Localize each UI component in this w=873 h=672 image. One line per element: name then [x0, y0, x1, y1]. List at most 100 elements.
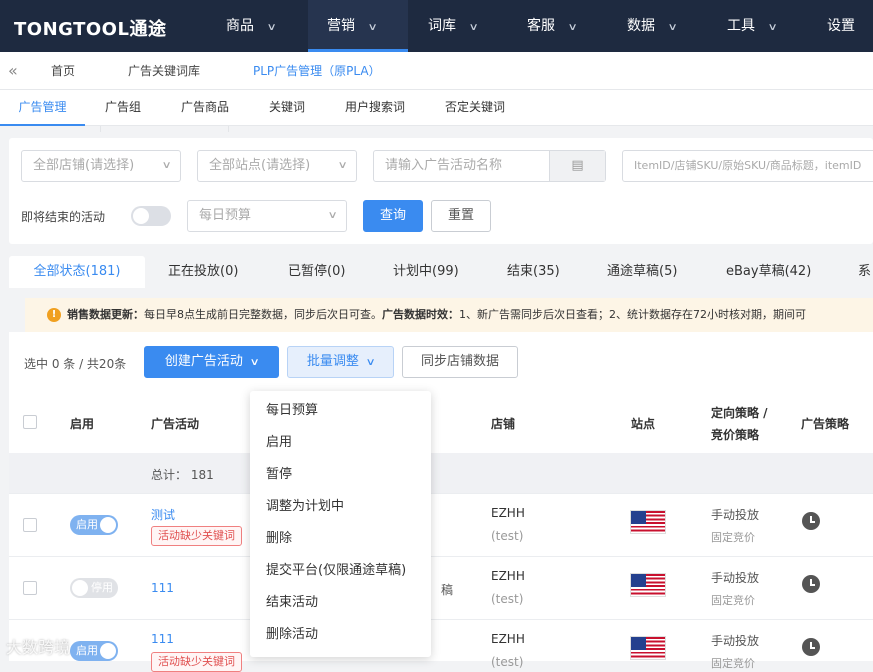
header-bidding: 竞价策略: [711, 428, 760, 442]
ending-toggle[interactable]: [131, 206, 171, 226]
chevron-down-icon: ∨: [767, 22, 778, 33]
query-button[interactable]: 查询: [363, 200, 423, 232]
store-sub: (test): [491, 655, 524, 669]
campaign-placeholder: 请输入广告活动名称: [385, 158, 503, 173]
warning-icon: !: [47, 308, 61, 322]
campaign-name-link[interactable]: 111: [151, 581, 174, 595]
enable-switch[interactable]: 启用: [70, 515, 118, 535]
notice-label: 广告数据时效：: [382, 308, 459, 321]
menu-item-set-scheduled[interactable]: 调整为计划中: [250, 491, 431, 523]
nav-item-service[interactable]: 客服 ∨: [527, 0, 578, 52]
list-icon[interactable]: ▤: [549, 151, 605, 181]
row-checkbox[interactable]: [23, 581, 37, 595]
nav-item-products[interactable]: 商品 ∨: [226, 0, 277, 52]
menu-item-delete[interactable]: 删除: [250, 523, 431, 555]
nav-label: 设置: [827, 18, 855, 34]
chevron-down-icon: ∨: [161, 160, 172, 171]
missing-keyword-tag: 活动缺少关键词: [151, 526, 242, 546]
nav-label: 客服: [527, 18, 555, 34]
flag-canton: [631, 574, 646, 587]
campaign-name-link[interactable]: 测试: [151, 506, 175, 523]
site-select[interactable]: 全部站点(请选择) ∨: [197, 150, 357, 182]
campaign-name-link[interactable]: 111: [151, 632, 174, 646]
budget-select[interactable]: 每日预算 ∨: [187, 200, 347, 232]
nav-item-lexicon[interactable]: 词库 ∨: [428, 0, 479, 52]
watermark: 大数跨境: [6, 638, 71, 657]
targeting-type: 手动投放: [711, 508, 760, 522]
tab-scheduled[interactable]: 计划中(99): [393, 256, 459, 288]
chevron-down-icon: ∨: [337, 160, 348, 171]
nav-label: 商品: [226, 18, 254, 34]
header-site: 站点: [631, 417, 656, 431]
breadcrumb-keyword-library[interactable]: 广告关键词库: [128, 52, 200, 90]
chevron-down-icon: ∨: [266, 22, 277, 33]
budget-select-value: 每日预算: [199, 208, 252, 223]
create-campaign-button[interactable]: 创建广告活动 ∨: [144, 346, 279, 378]
row-checkbox[interactable]: [23, 518, 37, 532]
clock-icon[interactable]: [802, 512, 820, 530]
batch-adjust-button[interactable]: 批量调整 ∨: [287, 346, 394, 378]
nav-item-settings[interactable]: 设置: [827, 0, 855, 52]
select-all-checkbox[interactable]: [23, 415, 37, 429]
breadcrumb: « 首页 广告关键词库 PLP广告管理（原PLA）: [0, 52, 873, 132]
enable-switch[interactable]: 启用: [70, 641, 118, 661]
clock-icon[interactable]: [802, 575, 820, 593]
breadcrumb-plp[interactable]: PLP广告管理（原PLA）: [253, 52, 381, 90]
enable-switch[interactable]: 停用: [70, 578, 118, 598]
menu-item-enable[interactable]: 启用: [250, 427, 431, 459]
menu-item-submit-platform[interactable]: 提交平台(仅限通途草稿): [250, 555, 431, 587]
chevron-down-icon: ∨: [365, 357, 376, 368]
app-logo[interactable]: TONGTOOL通途: [14, 15, 166, 41]
selection-count: 选中 0 条 / 共20条: [24, 357, 127, 371]
chevron-down-icon: ∨: [567, 22, 578, 33]
targeting-type: 手动投放: [711, 571, 760, 585]
nav-item-marketing[interactable]: 营销 ∨: [308, 0, 408, 52]
nav-item-data[interactable]: 数据 ∨: [627, 0, 678, 52]
chevron-down-icon: ∨: [468, 22, 479, 33]
tab-negative-keywords[interactable]: 否定关键词: [445, 90, 505, 124]
tab-paused[interactable]: 已暂停(0): [288, 256, 345, 288]
flag-canton: [631, 637, 646, 650]
nav-label: 数据: [627, 18, 655, 34]
menu-item-pause[interactable]: 暂停: [250, 459, 431, 491]
data-update-notice: ! 销售数据更新：每日早8点生成前日完整数据，同步后次日可查。广告数据时效：1、新…: [25, 298, 873, 332]
batch-adjust-menu: 每日预算 启用 暂停 调整为计划中 删除 提交平台(仅限通途草稿) 结束活动 删…: [250, 391, 431, 657]
tab-system[interactable]: 系: [858, 256, 871, 288]
tab-keywords[interactable]: 关键词: [269, 90, 305, 124]
switch-label: 启用: [76, 644, 98, 657]
store-name: EZHH: [491, 506, 525, 520]
tab-search-terms[interactable]: 用户搜索词: [345, 90, 405, 124]
tab-ended[interactable]: 结束(35): [507, 256, 560, 288]
clock-icon[interactable]: [802, 638, 820, 656]
campaign-extra: 稿: [441, 583, 454, 597]
item-search-input[interactable]: ItemID/店铺SKU/原始SKU/商品标题，itemID: [622, 150, 873, 182]
tab-ad-products[interactable]: 广告商品: [181, 90, 229, 124]
header-ad-strategy: 广告策略: [801, 417, 850, 431]
tab-running[interactable]: 正在投放(0): [168, 256, 238, 288]
tab-tongtu-draft[interactable]: 通途草稿(5): [607, 256, 677, 288]
tab-ad-management[interactable]: 广告管理: [0, 90, 85, 126]
nav-label: 工具: [727, 18, 755, 34]
bidding-type: 固定竞价: [711, 531, 755, 544]
row-divider: [9, 493, 873, 494]
tab-all-status[interactable]: 全部状态(181): [9, 256, 145, 288]
nav-item-tools[interactable]: 工具 ∨: [727, 0, 778, 52]
sync-store-button[interactable]: 同步店铺数据: [402, 346, 518, 378]
row-divider: [9, 556, 873, 557]
menu-item-daily-budget[interactable]: 每日预算: [250, 395, 431, 427]
switch-label: 停用: [91, 581, 113, 594]
tab-ad-group[interactable]: 广告组: [105, 90, 141, 124]
row-divider: [9, 619, 873, 620]
switch-knob: [72, 580, 88, 596]
tab-ebay-draft[interactable]: eBay草稿(42): [726, 256, 811, 288]
menu-item-delete-campaign[interactable]: 删除活动: [250, 619, 431, 651]
store-select[interactable]: 全部店铺(请选择) ∨: [21, 150, 181, 182]
menu-item-end-campaign[interactable]: 结束活动: [250, 587, 431, 619]
switch-knob: [100, 643, 116, 659]
store-sub: (test): [491, 592, 524, 606]
reset-button[interactable]: 重置: [431, 200, 491, 232]
collapse-icon[interactable]: «: [8, 52, 18, 90]
chevron-down-icon: ∨: [667, 22, 678, 33]
breadcrumb-home[interactable]: 首页: [51, 52, 75, 90]
header-campaign: 广告活动: [151, 417, 200, 431]
